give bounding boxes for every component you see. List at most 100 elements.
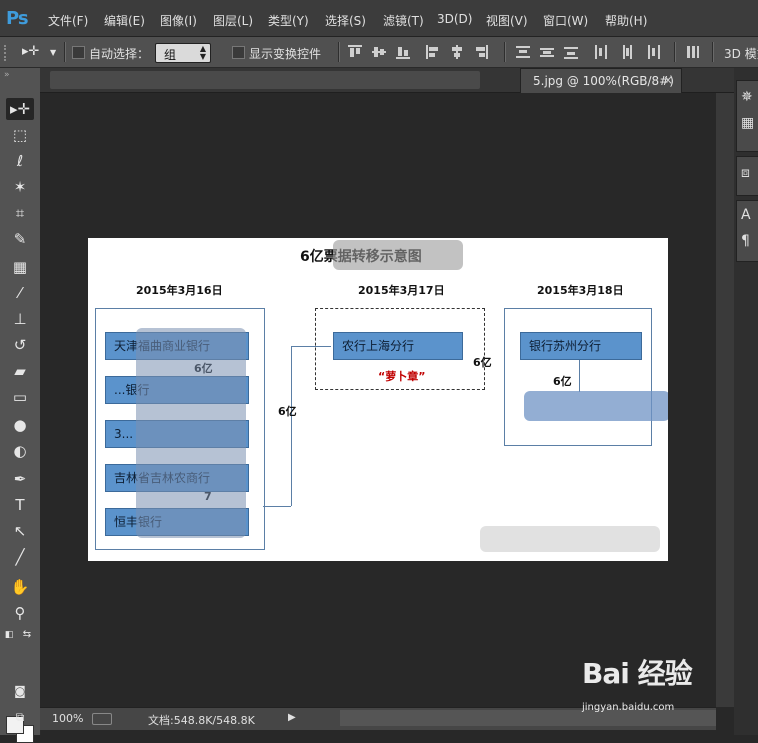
clone-stamp-tool-icon[interactable]: ⊥: [6, 308, 34, 330]
zoom-tool-icon[interactable]: ⚲: [6, 602, 34, 624]
eyedropper-tool-icon[interactable]: ✎: [6, 228, 34, 250]
separator: [504, 42, 506, 62]
auto-select-checkbox[interactable]: [72, 46, 85, 59]
tool-preset-dropdown-icon[interactable]: ▼: [50, 48, 56, 57]
menu-layer[interactable]: 图层(L): [213, 12, 253, 29]
align-top-icon[interactable]: [348, 45, 362, 59]
bank-box-7: 银行苏州分行: [520, 332, 642, 360]
collapse-toolbox-icon[interactable]: »: [4, 70, 10, 80]
separator: [338, 42, 340, 62]
menu-type[interactable]: 类型(Y): [268, 12, 309, 29]
show-transform-label: 显示变换控件: [249, 47, 322, 61]
menu-3d[interactable]: 3D(D): [437, 12, 472, 26]
vertical-scrollbar[interactable]: [716, 93, 734, 707]
color-panel-icon[interactable]: ▦: [741, 115, 754, 131]
blur-tool-icon[interactable]: ●: [6, 414, 34, 436]
watermark-text: Bai 经验: [582, 657, 693, 690]
menu-view[interactable]: 视图(V): [486, 12, 528, 29]
auto-select-value: 组: [164, 48, 177, 62]
move-tool-icon[interactable]: ▸✛: [22, 44, 39, 59]
document-tab[interactable]: 5.jpg @ 100%(RGB/8#) ×: [520, 68, 682, 93]
swap-colors-icon[interactable]: ⇆: [20, 624, 34, 646]
gradient-tool-icon[interactable]: ▭: [6, 386, 34, 408]
bank-group-3: [504, 308, 652, 446]
mode-3d-label[interactable]: 3D 模式: [724, 45, 758, 62]
pen-tool-icon[interactable]: ✒: [6, 468, 34, 490]
distribute-hcenter-icon[interactable]: [620, 45, 634, 59]
connector-line: [263, 506, 291, 507]
menu-file[interactable]: 文件(F): [48, 12, 88, 29]
separator: [674, 42, 676, 62]
show-transform-checkbox[interactable]: [232, 46, 245, 59]
magic-wand-tool-icon[interactable]: ✶: [6, 176, 34, 198]
options-bar: ▸✛ ▼ 自动选择： 组 ▲▼ 显示变换控件 3D 模式: [0, 37, 758, 68]
paragraph-panel-icon[interactable]: ¶: [741, 233, 750, 249]
menu-select[interactable]: 选择(S): [325, 12, 366, 29]
amount-label-c: 6亿: [473, 356, 492, 369]
distribute-right-icon[interactable]: [646, 45, 660, 59]
distribute-vcenter-icon[interactable]: [540, 45, 554, 59]
watermark-url: jingyan.baidu.com: [582, 702, 675, 713]
move-tool-icon[interactable]: ▸✛: [6, 98, 34, 120]
eraser-tool-icon[interactable]: ▰: [6, 360, 34, 382]
date-label-3: 2015年3月18日: [537, 284, 624, 297]
menu-image[interactable]: 图像(I): [160, 12, 197, 29]
redaction-blur: [136, 328, 246, 538]
options-grip[interactable]: [4, 45, 10, 61]
date-label-2: 2015年3月17日: [358, 284, 445, 297]
menu-filter[interactable]: 滤镜(T): [383, 12, 424, 29]
date-label-1: 2015年3月16日: [136, 284, 223, 297]
close-tab-icon[interactable]: ×: [663, 73, 673, 87]
crop-tool-icon[interactable]: ⌗: [6, 202, 34, 224]
separator: [712, 42, 714, 62]
document-info: 文档:548.8K/548.8K: [148, 714, 255, 727]
bank-box-6: 农行上海分行: [333, 332, 463, 360]
quick-mask-icon[interactable]: ◙: [6, 680, 34, 702]
align-bottom-icon[interactable]: [396, 45, 410, 59]
screen-mode-icon[interactable]: ⧉: [6, 706, 34, 728]
path-selection-tool-icon[interactable]: ↖: [6, 520, 34, 542]
auto-align-layers-icon[interactable]: [686, 45, 700, 59]
distribute-top-icon[interactable]: [516, 45, 530, 59]
menu-window[interactable]: 窗口(W): [543, 12, 588, 29]
marquee-tool-icon[interactable]: ⬚: [6, 124, 34, 146]
redaction-blur: [333, 240, 463, 270]
separator: [64, 42, 66, 62]
distribute-bottom-icon[interactable]: [564, 45, 578, 59]
zoom-slider-icon[interactable]: [92, 713, 112, 725]
auto-select-dropdown[interactable]: 组 ▲ ▼: [155, 43, 211, 63]
align-vcenter-icon[interactable]: [372, 45, 386, 59]
brush-tool-icon[interactable]: ⁄: [6, 282, 34, 304]
align-hcenter-icon[interactable]: [450, 45, 464, 59]
connector-line: [291, 346, 292, 506]
panel-group-1: ✵ ▦: [736, 80, 758, 152]
document-tab-row: 5.jpg @ 100%(RGB/8#) ×: [40, 68, 734, 93]
dodge-tool-icon[interactable]: ◐: [6, 440, 34, 462]
toolbox: » ▸✛ ⬚ ℓ ✶ ⌗ ✎ ▦ ⁄ ⊥ ↺ ▰ ▭ ● ◐ ✒ T ↖ ╱ ✋…: [0, 68, 41, 743]
connector-line: [579, 360, 580, 392]
lasso-tool-icon[interactable]: ℓ: [6, 150, 34, 172]
zoom-level[interactable]: 100%: [52, 712, 83, 725]
menu-help[interactable]: 帮助(H): [605, 12, 647, 29]
dropdown-arrows-icon: ▲ ▼: [199, 44, 206, 61]
layers-panel-icon[interactable]: ⧈: [741, 165, 750, 181]
redaction-blur: [524, 391, 668, 421]
menu-bar: Ps 文件(F) 编辑(E) 图像(I) 图层(L) 类型(Y) 选择(S) 滤…: [0, 0, 758, 37]
navigator-panel-icon[interactable]: ✵: [741, 89, 753, 105]
distribute-left-icon[interactable]: [594, 45, 608, 59]
healing-brush-tool-icon[interactable]: ▦: [6, 256, 34, 278]
auto-select-label: 自动选择：: [89, 47, 150, 61]
redaction-blur: [480, 526, 660, 552]
type-tool-icon[interactable]: T: [6, 494, 34, 516]
blurred-tabs: [50, 71, 480, 89]
align-left-icon[interactable]: [426, 45, 440, 59]
align-right-icon[interactable]: [474, 45, 488, 59]
amount-label-b: 6亿: [278, 405, 297, 418]
history-brush-tool-icon[interactable]: ↺: [6, 334, 34, 356]
line-tool-icon[interactable]: ╱: [6, 546, 34, 568]
hand-tool-icon[interactable]: ✋: [6, 576, 34, 598]
menu-edit[interactable]: 编辑(E): [104, 12, 145, 29]
character-panel-icon[interactable]: A: [741, 207, 751, 223]
status-menu-arrow-icon[interactable]: ▶: [288, 712, 296, 723]
default-colors-icon[interactable]: ◧: [2, 624, 16, 646]
